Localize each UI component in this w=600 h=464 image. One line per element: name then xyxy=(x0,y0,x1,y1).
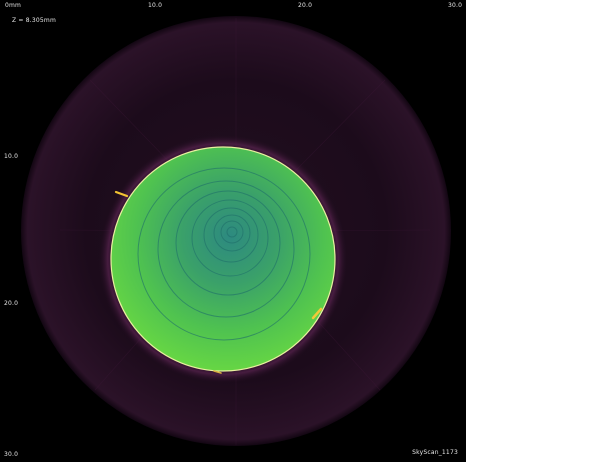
y-tick-10: 10.0 xyxy=(4,153,19,160)
y-tick-20: 20.0 xyxy=(4,300,19,307)
x-tick-20: 20.0 xyxy=(298,2,313,9)
scanner-label: SkyScan_1173 xyxy=(412,449,458,456)
x-tick-0: 0mm xyxy=(5,2,22,9)
z-position-label: Z = 8.305mm xyxy=(12,17,57,24)
x-tick-10: 10.0 xyxy=(148,2,163,9)
page: 0mm 10.0 20.0 30.0 10.0 20.0 30.0 Z = 8.… xyxy=(0,0,600,464)
x-tick-30: 30.0 xyxy=(448,2,463,9)
ct-slice-viewer[interactable]: 0mm 10.0 20.0 30.0 10.0 20.0 30.0 Z = 8.… xyxy=(0,0,466,462)
y-tick-30: 30.0 xyxy=(4,451,19,458)
ct-slice-image xyxy=(21,16,451,446)
